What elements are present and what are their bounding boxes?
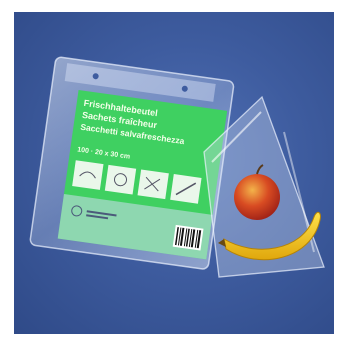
leaf-symbol-icon <box>72 160 104 190</box>
product-photo: Frischhaltebeutel Sachets fraîcheur Sacc… <box>14 12 334 334</box>
scissors-icon <box>137 169 169 200</box>
snowflake-icon <box>104 164 137 195</box>
barcode-icon <box>172 224 204 251</box>
bag-package: Frischhaltebeutel Sachets fraîcheur Sacc… <box>29 56 235 270</box>
photo-scene: Frischhaltebeutel Sachets fraîcheur Sacc… <box>29 56 325 278</box>
apple <box>234 174 280 220</box>
